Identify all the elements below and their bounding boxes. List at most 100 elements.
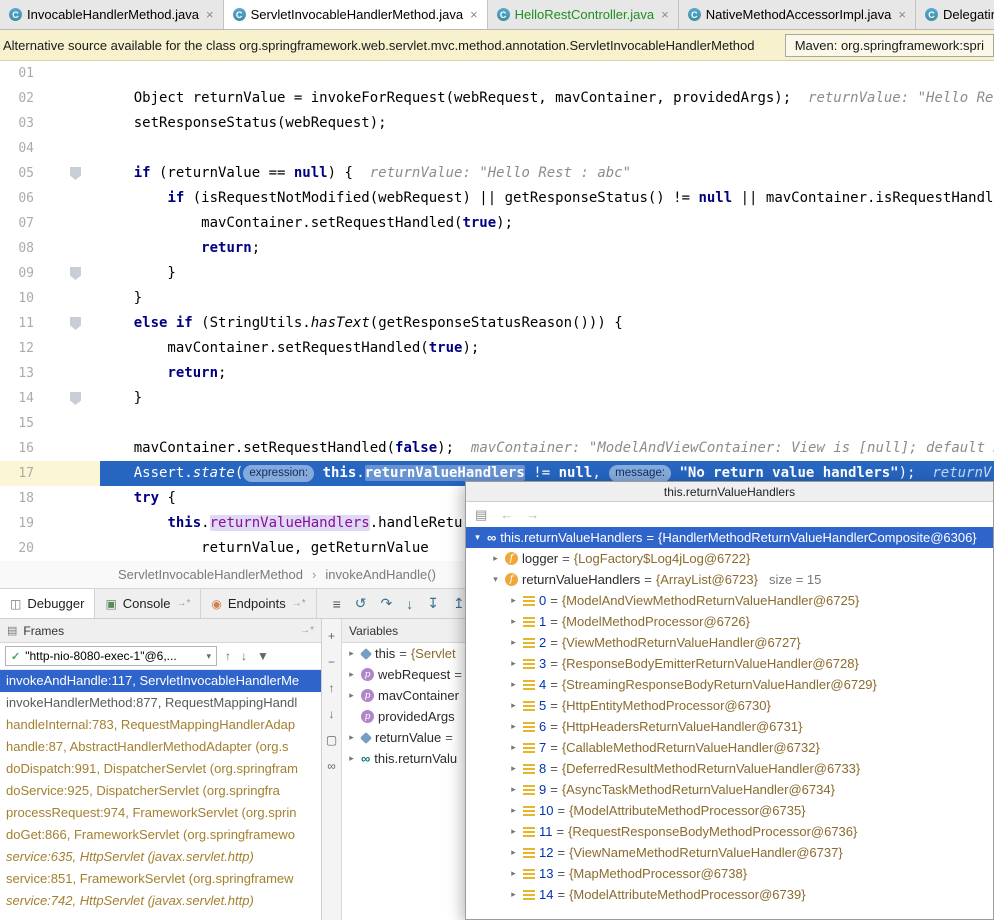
bookmark-icon[interactable] — [70, 392, 81, 405]
code-line[interactable]: 07 mavContainer.setRequestHandled(true); — [0, 211, 994, 236]
tree-row[interactable]: ▸5 = {HttpEntityMethodProcessor@6730} — [466, 695, 993, 716]
move-up-icon[interactable]: ↑ — [329, 681, 335, 695]
code-line[interactable]: 01 — [0, 61, 994, 86]
code-line[interactable]: 02 Object returnValue = invokeForRequest… — [0, 86, 994, 111]
stack-frame[interactable]: service:742, HttpServlet (javax.servlet.… — [0, 890, 321, 912]
editor-tab[interactable]: CServletInvocableHandlerMethod.java× — [224, 0, 488, 29]
tree-row[interactable]: ▸7 = {CallableMethodReturnValueHandler@6… — [466, 737, 993, 758]
chevron-icon[interactable]: ▾ — [472, 532, 483, 543]
frame-up-icon[interactable]: ↑ — [225, 649, 231, 663]
tree-row[interactable]: ▸4 = {StreamingResponseBodyReturnValueHa… — [466, 674, 993, 695]
back-icon[interactable]: ← — [500, 507, 513, 522]
remove-watch-icon[interactable]: − — [328, 655, 335, 669]
bookmark-icon[interactable] — [70, 317, 81, 330]
code-line[interactable]: 04 — [0, 136, 994, 161]
rerun-icon[interactable]: ↺ — [355, 595, 367, 612]
stack-frame[interactable]: doGet:866, FrameworkServlet (org.springf… — [0, 824, 321, 846]
stack-frame[interactable]: handleInternal:783, RequestMappingHandle… — [0, 714, 321, 736]
layout-settings-icon[interactable]: ≡ — [333, 596, 341, 612]
stack-frame[interactable]: invokeHandlerMethod:877, RequestMappingH… — [0, 692, 321, 714]
tree-row[interactable]: ▸8 = {DeferredResultMethodReturnValueHan… — [466, 758, 993, 779]
chevron-icon[interactable]: ▸ — [508, 595, 519, 606]
tree-row[interactable]: ▾freturnValueHandlers = {ArrayList@6723}… — [466, 569, 993, 590]
step-over-icon[interactable]: ↷ — [381, 595, 393, 612]
code-line[interactable]: 15 — [0, 411, 994, 436]
chevron-icon[interactable]: ▸ — [508, 847, 519, 858]
tree-row[interactable]: ▸6 = {HttpHeadersReturnValueHandler@6731… — [466, 716, 993, 737]
code-line[interactable]: 10 } — [0, 286, 994, 311]
code-line[interactable]: 06 if (isRequestNotModified(webRequest) … — [0, 186, 994, 211]
chevron-icon[interactable]: ▸ — [508, 805, 519, 816]
chevron-icon[interactable]: ▸ — [346, 669, 357, 680]
stack-frame[interactable]: processRequest:974, FrameworkServlet (or… — [0, 802, 321, 824]
editor-tab[interactable]: CHelloRestController.java× — [488, 0, 679, 29]
tool-tab-endpoints[interactable]: ◉Endpoints→* — [201, 589, 316, 618]
tree-row[interactable]: ▸11 = {RequestResponseBodyMethodProcesso… — [466, 821, 993, 842]
frame-down-icon[interactable]: ↓ — [241, 649, 247, 663]
forward-icon[interactable]: → — [526, 507, 539, 522]
code-line[interactable]: 05 if (returnValue == null) { returnValu… — [0, 161, 994, 186]
chevron-icon[interactable]: ▸ — [508, 721, 519, 732]
close-icon[interactable]: × — [661, 7, 669, 22]
tree-row[interactable]: ▸1 = {ModelMethodProcessor@6726} — [466, 611, 993, 632]
tree-row[interactable]: ▸14 = {ModelAttributeMethodProcessor@673… — [466, 884, 993, 905]
chevron-icon[interactable]: ▸ — [346, 648, 357, 659]
stack-frame[interactable]: service:851, FrameworkServlet (org.sprin… — [0, 868, 321, 890]
editor-tab[interactable]: CNativeMethodAccessorImpl.java× — [679, 0, 916, 29]
code-line[interactable]: 16 mavContainer.setRequestHandled(false)… — [0, 436, 994, 461]
chevron-icon[interactable]: ▸ — [508, 658, 519, 669]
tree-row[interactable]: ▸flogger = {LogFactory$Log4jLog@6722} — [466, 548, 993, 569]
stack-frame[interactable]: doService:925, DispatcherServlet (org.sp… — [0, 780, 321, 802]
code-line[interactable]: 11 else if (StringUtils.hasText(getRespo… — [0, 311, 994, 336]
breadcrumb-item[interactable]: invokeAndHandle() — [325, 567, 436, 582]
tree-row[interactable]: ▸9 = {AsyncTaskMethodReturnValueHandler@… — [466, 779, 993, 800]
chevron-icon[interactable]: ▸ — [508, 763, 519, 774]
view-options-icon[interactable]: ▤ — [475, 507, 487, 523]
chevron-icon[interactable]: ▸ — [508, 889, 519, 900]
tree-row[interactable]: ▸0 = {ModelAndViewMethodReturnValueHandl… — [466, 590, 993, 611]
tree-row[interactable]: ▾∞this.returnValueHandlers = {HandlerMet… — [466, 527, 993, 548]
chevron-icon[interactable]: ▸ — [508, 616, 519, 627]
tool-tab-console[interactable]: ▣Console→* — [95, 589, 201, 618]
stack-frame[interactable]: invokeAndHandle:117, ServletInvocableHan… — [0, 670, 321, 692]
tree-row[interactable]: ▸10 = {ModelAttributeMethodProcessor@673… — [466, 800, 993, 821]
maven-source-button[interactable]: Maven: org.springframework:spri — [785, 34, 994, 57]
close-icon[interactable]: × — [206, 7, 214, 22]
chevron-icon[interactable]: ▸ — [508, 700, 519, 711]
tree-row[interactable]: ▸12 = {ViewNameMethodReturnValueHandler@… — [466, 842, 993, 863]
chevron-icon[interactable]: ▸ — [508, 784, 519, 795]
breadcrumb-item[interactable]: ServletInvocableHandlerMethod — [118, 567, 303, 582]
step-out-icon[interactable]: ↥ — [453, 595, 465, 612]
thread-dropdown[interactable]: ✓ "http-nio-8080-exec-1"@6,... ▾ — [5, 646, 217, 666]
chevron-icon[interactable]: ▸ — [508, 868, 519, 879]
close-icon[interactable]: × — [470, 7, 478, 22]
code-line[interactable]: 03 setResponseStatus(webRequest); — [0, 111, 994, 136]
chevron-icon[interactable]: ▸ — [508, 637, 519, 648]
move-down-icon[interactable]: ↓ — [329, 707, 335, 721]
chevron-icon[interactable]: ▸ — [346, 753, 357, 764]
editor-tab[interactable]: CDelegatingMe — [916, 0, 994, 29]
chevron-icon[interactable]: ▾ — [490, 574, 501, 585]
code-line[interactable]: 09 } — [0, 261, 994, 286]
frames-header-action[interactable]: →* — [300, 625, 314, 636]
add-watch-icon[interactable]: + — [328, 629, 335, 643]
evaluate-icon[interactable]: ∞ — [327, 759, 336, 773]
chevron-icon[interactable]: ▸ — [346, 732, 357, 743]
stack-frame[interactable]: service:635, HttpServlet (javax.servlet.… — [0, 846, 321, 868]
code-line[interactable]: 14 } — [0, 386, 994, 411]
tree-row[interactable]: ▸13 = {MapMethodProcessor@6738} — [466, 863, 993, 884]
chevron-icon[interactable]: ▸ — [508, 679, 519, 690]
chevron-icon[interactable]: ▸ — [490, 553, 501, 564]
force-step-into-icon[interactable]: ↧ — [427, 595, 439, 612]
code-line[interactable]: 13 return; — [0, 361, 994, 386]
bookmark-icon[interactable] — [70, 267, 81, 280]
tree-row[interactable]: ▸3 = {ResponseBodyEmitterReturnValueHand… — [466, 653, 993, 674]
chevron-icon[interactable]: ▸ — [346, 690, 357, 701]
stack-frame[interactable]: handle:87, AbstractHandlerMethodAdapter … — [0, 736, 321, 758]
chevron-icon[interactable]: ▸ — [508, 826, 519, 837]
code-line[interactable]: 12 mavContainer.setRequestHandled(true); — [0, 336, 994, 361]
tree-row[interactable]: ▸2 = {ViewMethodReturnValueHandler@6727} — [466, 632, 993, 653]
tool-tab-debugger[interactable]: ◫Debugger — [0, 589, 95, 618]
stack-frame[interactable]: doDispatch:991, DispatcherServlet (org.s… — [0, 758, 321, 780]
editor-tab[interactable]: CInvocableHandlerMethod.java× — [0, 0, 224, 29]
